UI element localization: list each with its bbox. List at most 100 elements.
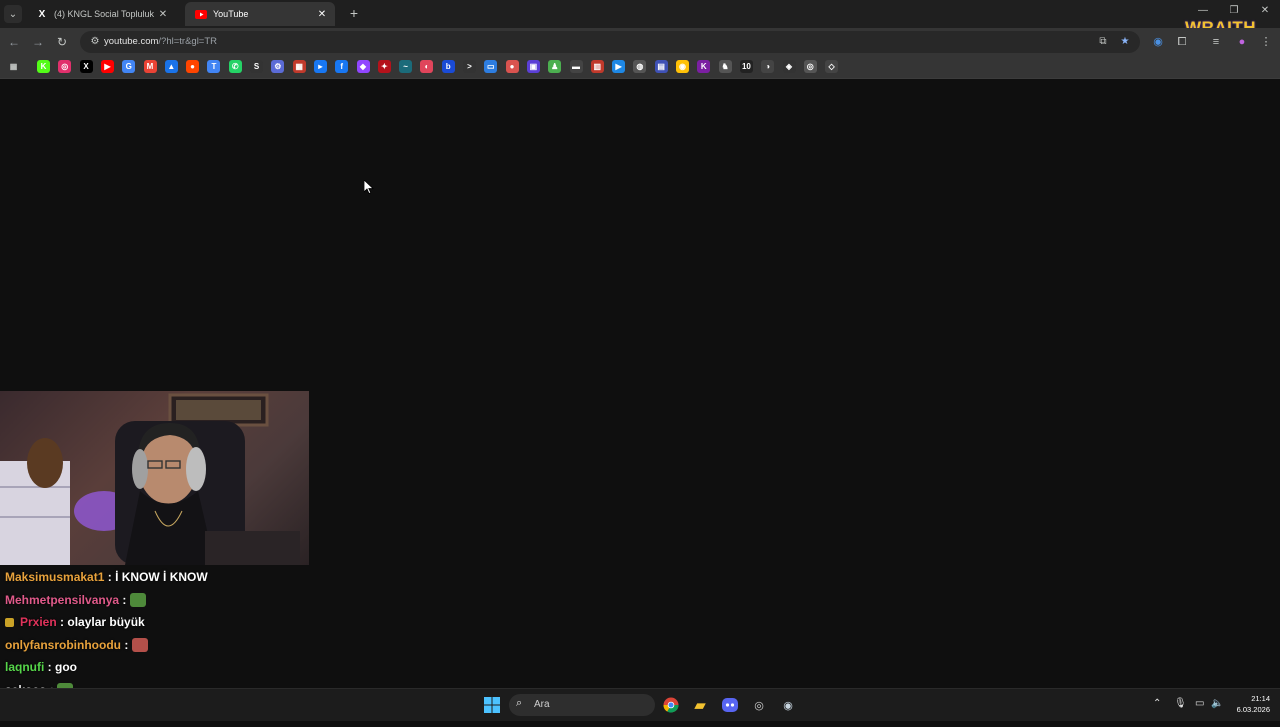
bookmark-bookmark-33-icon[interactable]: ♞ [718, 60, 732, 73]
webcam-feed-image [0, 393, 300, 565]
discord-icon[interactable] [720, 695, 740, 715]
search-icon: ⌕ [516, 697, 523, 709]
extensions-puzzle-icon[interactable]: ⧠ [1174, 34, 1190, 50]
bookmark-bookmark-34-icon[interactable]: 10 [739, 60, 753, 73]
bookmark-bookmark-19-icon[interactable]: ◐ [420, 60, 434, 73]
media-controls-icon[interactable]: ≡ [1208, 34, 1224, 50]
bookmark-bookmark-32-icon[interactable]: K [697, 60, 711, 73]
bookmark-twitch-icon[interactable]: ◆ [356, 60, 370, 73]
bookmark-bookmark-22-icon[interactable]: ▭ [484, 60, 498, 73]
bookmark-steam-s-icon[interactable]: S [250, 60, 263, 73]
tab-title: YouTube [213, 9, 249, 19]
tab-title: (4) KNGL Social Topluluk / X [54, 9, 156, 19]
bookmark-bookmark-36-icon[interactable]: ◈ [782, 60, 796, 73]
tab-x[interactable]: X (4) KNGL Social Topluluk / X ✕ [26, 2, 176, 26]
back-arrow-icon[interactable]: ← [6, 34, 22, 50]
browser-toolbar: ← → ↻ ⚙ youtube.com/?hl=tr&gl=TR ⧉ ★ ◉ ⧠… [0, 28, 1280, 56]
bookmark-drive-icon[interactable]: ▲ [164, 60, 178, 73]
chat-emote-icon [131, 638, 148, 653]
bookmark-bookmark-17-icon[interactable]: ✦ [377, 60, 391, 73]
clock-date: 6.03.2026 [1236, 705, 1270, 714]
steam-icon[interactable]: ◉ [778, 695, 798, 715]
reload-icon[interactable]: ↻ [54, 34, 70, 50]
new-tab-button[interactable]: + [346, 4, 362, 22]
bookmark-bookmark-38-icon[interactable]: ◇ [825, 60, 839, 73]
chat-message: Maksimusmakat1 : İ KNOW İ KNOW [5, 569, 405, 592]
bookmark-photos-icon[interactable]: ▦ [292, 60, 306, 73]
bookmark-translate-icon[interactable]: T [207, 60, 221, 73]
tab-strip: ⌄ X (4) KNGL Social Topluluk / X ✕ YouTu… [0, 0, 1280, 37]
bookmark-bookmark-31-icon[interactable]: ◉ [676, 60, 689, 73]
microphone-icon[interactable]: 🎙 [1174, 698, 1187, 709]
window-close-icon[interactable]: ✕ [1258, 5, 1272, 16]
subscriber-badge-icon [5, 618, 14, 628]
bookmark-bookmark-27-icon[interactable]: ▥ [590, 60, 604, 73]
search-placeholder: Ara [534, 699, 550, 710]
bookmark-bookmark-12-icon[interactable]: ⚙ [271, 60, 285, 73]
bookmark-x-icon[interactable]: X [79, 60, 93, 73]
bookmark-kick-icon[interactable]: K [37, 60, 50, 73]
bookmark-bookmark-35-icon[interactable]: ◑ [761, 60, 775, 73]
bookmark-bookmark-23-icon[interactable]: ● [505, 60, 519, 73]
tab-search-button[interactable]: ⌄ [4, 5, 22, 23]
close-icon[interactable]: ✕ [315, 9, 329, 20]
clock-time: 21:14 [1251, 694, 1270, 703]
bookmark-bookmark-24-icon[interactable]: ▣ [526, 60, 540, 73]
chat-separator: : [56, 615, 68, 629]
minimize-icon[interactable]: — [1196, 5, 1210, 16]
bookmark-bookmark-30-icon[interactable]: ▤ [654, 60, 668, 73]
chrome-taskbar-icon[interactable] [661, 695, 681, 715]
bookmark-bookmark-37-icon[interactable]: ◎ [803, 60, 817, 73]
tab-youtube[interactable]: YouTube ✕ [185, 2, 335, 26]
file-explorer-icon[interactable]: ▰ [690, 695, 710, 715]
mouse-cursor-icon [364, 180, 374, 194]
site-info-icon[interactable]: ⚙ [88, 35, 102, 49]
youtube-logo-icon [195, 8, 207, 20]
chat-separator: : [121, 637, 132, 652]
address-bar[interactable]: ⚙ youtube.com/?hl=tr&gl=TR ⧉ ★ [80, 31, 1140, 53]
start-button[interactable] [482, 695, 502, 715]
bookmark-bookmark-25-icon[interactable]: ♟ [548, 60, 562, 73]
url-text: youtube.com/?hl=tr&gl=TR [104, 36, 218, 47]
bookmark-instagram-icon[interactable]: ◎ [58, 60, 72, 73]
bookmark-gmail-icon[interactable]: M [143, 60, 157, 73]
bookmark-bookmark-18-icon[interactable]: ~ [399, 60, 413, 73]
bookmark-google-icon[interactable]: G [122, 60, 136, 73]
bookmark-star-icon[interactable]: ★ [1118, 35, 1132, 49]
chat-username: Mehmetpensilvanya [5, 592, 120, 607]
bookmark-reddit-icon[interactable]: ● [186, 60, 200, 73]
network-icon[interactable]: ▭ [1195, 698, 1204, 709]
chat-separator: : [44, 660, 55, 674]
bookmark-whatsapp-icon[interactable]: ✆ [228, 60, 242, 73]
avatar[interactable]: ● [1234, 34, 1250, 50]
chat-separator: : [104, 570, 116, 584]
steam-helper-icon[interactable]: ◎ [749, 695, 769, 715]
bookmark-youtube-icon[interactable]: ▶ [100, 60, 114, 73]
close-icon[interactable]: ✕ [156, 9, 170, 20]
extension-icon[interactable]: ◉ [1150, 34, 1166, 50]
bookmark-facebook-icon[interactable]: f [335, 60, 349, 73]
chat-message: Prxien : olaylar büyük [5, 614, 405, 637]
forward-arrow-icon[interactable]: → [30, 34, 46, 50]
bookmark-bookmark-20-icon[interactable]: b [441, 60, 455, 73]
volume-icon[interactable]: 🔈 [1211, 698, 1223, 709]
bookmark-bookmark-29-icon[interactable]: ◍ [633, 60, 647, 73]
system-clock[interactable]: 21:14 6.03.2026 [1226, 693, 1270, 715]
show-hidden-icons-chevron-icon[interactable]: ⌃ [1153, 698, 1161, 709]
restore-icon[interactable]: ❐ [1227, 5, 1241, 16]
apps-grid-icon[interactable]: ▦ [7, 60, 20, 73]
webcam-overlay [0, 391, 309, 565]
bookmark-bookmark-26-icon[interactable]: ▬ [569, 60, 583, 73]
bookmarks-bar: ▦ K ◎ X ▶ G M ▲ ● T ✆ S ⚙ ▦ ▸ f ◆ ✦ ~ ◐ b > ▭ ● ▣ ♟ ▬ ▥ ▶ ◍ ▤ ◉ K ♞ 10 ◑ ◈ ◎… [0, 56, 1280, 79]
more-menu-icon[interactable]: ⋮ [1258, 34, 1274, 50]
chat-username: onlyfansrobinhoodu [5, 637, 121, 652]
bookmark-bookmark-28-icon[interactable]: ▶ [612, 60, 626, 73]
bookmark-bookmark-14-icon[interactable]: ▸ [313, 60, 327, 73]
windows-logo-icon [484, 697, 500, 713]
install-app-icon[interactable]: ⧉ [1096, 35, 1110, 49]
chat-message: Mehmetpensilvanya : [5, 592, 405, 615]
chat-text: goo [55, 660, 77, 674]
bookmark-bookmark-21-icon[interactable]: > [463, 60, 476, 73]
taskbar-search[interactable]: ⌕ Ara [509, 694, 655, 716]
chat-text: İ KNOW İ KNOW [115, 570, 208, 584]
